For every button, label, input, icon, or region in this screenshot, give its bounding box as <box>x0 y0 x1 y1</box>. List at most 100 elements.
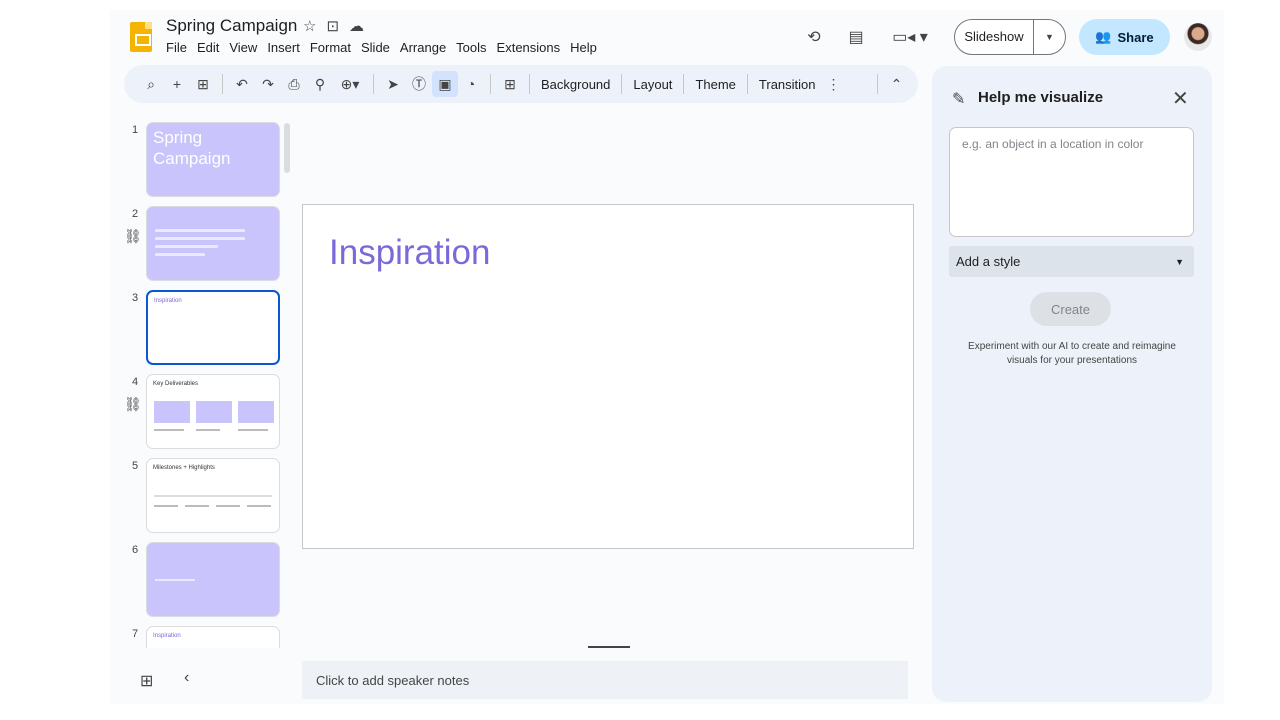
slide-thumbnail-2[interactable] <box>146 206 280 281</box>
transition-button[interactable]: Transition <box>754 77 821 92</box>
slide-title[interactable]: Inspiration <box>329 233 490 273</box>
close-icon[interactable]: ✕ <box>1172 86 1189 111</box>
slide3-title: Inspiration <box>154 298 182 304</box>
linked-object-icon: ⛓ <box>124 396 142 412</box>
slide-number: 4 <box>132 376 139 388</box>
paint-format-icon[interactable]: ⚲ <box>307 71 333 97</box>
slide-number: 5 <box>132 460 139 472</box>
menu-insert[interactable]: Insert <box>267 40 300 55</box>
slideshow-button[interactable]: Slideshow <box>955 20 1034 54</box>
panel-disclaimer: Experiment with our AI to create and rei… <box>968 341 1176 366</box>
slide4-box <box>196 401 232 423</box>
slide5-title: Milestones + Highlights <box>153 465 215 471</box>
slide5-timeline <box>154 495 272 497</box>
toolbar-divider <box>529 74 530 94</box>
slide4-box <box>238 401 274 423</box>
select-pointer-icon[interactable]: ➤ <box>380 71 406 97</box>
menu-help[interactable]: Help <box>570 40 597 55</box>
slideshow-button-group: Slideshow ▼ <box>954 19 1066 55</box>
redo-icon[interactable]: ↷ <box>255 71 281 97</box>
version-history-icon[interactable]: ⟲ <box>803 26 825 48</box>
undo-icon[interactable]: ↶ <box>229 71 255 97</box>
slide4-caption <box>238 429 268 431</box>
notes-resize-handle[interactable] <box>588 646 630 648</box>
comment-add-icon[interactable]: ⊞ <box>497 71 523 97</box>
slide-canvas[interactable]: Inspiration <box>302 204 914 549</box>
slide6-text-line <box>155 579 195 581</box>
slide4-title: Key Deliverables <box>153 381 199 387</box>
slide-number: 3 <box>132 292 139 304</box>
menu-file[interactable]: File <box>166 40 187 55</box>
slide-number: 1 <box>132 124 139 136</box>
slide-thumbnail-6[interactable] <box>146 542 280 617</box>
linked-object-icon: ⛓ <box>124 228 142 244</box>
slide-thumbnail-5[interactable]: Milestones + Highlights <box>146 458 280 533</box>
zoom-icon[interactable]: ⊕▾ <box>333 71 367 97</box>
prompt-input[interactable]: e.g. an object in a location in color <box>949 127 1194 237</box>
comments-icon[interactable]: ▤ <box>845 26 867 48</box>
slide-filmstrip: 1 Spring Campaign 2 ⛓ 3 Inspiration 4 ⛓ K… <box>124 120 294 648</box>
slide-number: 2 <box>132 208 139 220</box>
image-icon[interactable]: ▣ <box>432 71 458 97</box>
meet-icon[interactable]: ▭◂ ▾ <box>890 26 930 48</box>
slide-thumbnail-1[interactable]: Spring Campaign <box>146 122 280 197</box>
slides-logo[interactable] <box>130 22 152 52</box>
menu-slide[interactable]: Slide <box>361 40 390 55</box>
slide4-caption <box>154 429 184 431</box>
style-dropdown-label: Add a style <box>956 254 1021 269</box>
slide-number: 6 <box>132 544 139 556</box>
style-dropdown[interactable]: Add a style ▼ <box>949 246 1194 277</box>
print-icon[interactable]: ⎙ <box>281 71 307 97</box>
star-icon[interactable]: ☆ <box>303 17 316 35</box>
slide7-title: Inspiration <box>153 633 181 639</box>
document-title[interactable]: Spring Campaign <box>166 16 297 36</box>
layout-button[interactable]: Layout <box>628 77 677 92</box>
filmstrip-scrollbar[interactable] <box>284 123 290 173</box>
slideshow-dropdown-icon[interactable]: ▼ <box>1034 32 1065 42</box>
slide5-milestone <box>216 505 240 507</box>
avatar[interactable] <box>1184 23 1212 51</box>
create-button[interactable]: Create <box>1030 292 1111 326</box>
share-label: Share <box>1117 29 1154 45</box>
magic-wand-icon: ✎ <box>952 91 966 108</box>
search-menus-icon[interactable]: ⌕ <box>138 71 164 97</box>
grid-view-icon[interactable]: ⊞ <box>140 671 153 691</box>
panel-title: Help me visualize <box>978 89 1104 106</box>
speaker-notes[interactable]: Click to add speaker notes <box>302 661 908 699</box>
move-folder-icon[interactable]: ⊡ <box>326 17 339 35</box>
menu-format[interactable]: Format <box>310 40 351 55</box>
cloud-status-icon[interactable]: ☁ <box>349 17 364 35</box>
slide1-title: Spring Campaign <box>153 128 231 168</box>
menu-bar: File Edit View Insert Format Slide Arran… <box>166 40 597 55</box>
people-icon: 👥 <box>1095 29 1112 44</box>
background-button[interactable]: Background <box>536 77 615 92</box>
menu-tools[interactable]: Tools <box>456 40 486 55</box>
slide-number: 7 <box>132 628 139 640</box>
shape-icon[interactable]: ◔ <box>458 71 484 97</box>
slide-thumbnail-7[interactable]: Inspiration <box>146 626 280 648</box>
slide2-text-lines <box>155 229 245 261</box>
chevron-down-icon: ▼ <box>1175 256 1184 267</box>
share-button[interactable]: 👥 Share <box>1079 19 1170 55</box>
toolbar-divider <box>373 74 374 94</box>
menu-view[interactable]: View <box>229 40 257 55</box>
collapse-filmstrip-icon[interactable]: ‹ <box>184 669 189 687</box>
menu-extensions[interactable]: Extensions <box>497 40 561 55</box>
toolbar-divider <box>683 74 685 94</box>
menu-arrange[interactable]: Arrange <box>400 40 446 55</box>
menu-edit[interactable]: Edit <box>197 40 219 55</box>
toolbar-divider <box>490 74 491 94</box>
slide-thumbnail-3[interactable]: Inspiration <box>146 290 280 365</box>
slides-app: Spring Campaign ☆ ⊡ ☁ File Edit View Ins… <box>110 10 1224 704</box>
new-slide-icon[interactable]: + <box>164 71 190 97</box>
slide5-milestone <box>247 505 271 507</box>
collapse-toolbar-icon[interactable]: ⌃ <box>884 71 910 97</box>
text-box-icon[interactable]: Ⓣ <box>406 71 432 97</box>
slide5-milestone <box>154 505 178 507</box>
theme-button[interactable]: Theme <box>690 77 740 92</box>
new-slide-layout-icon[interactable]: ⊞ <box>190 71 216 97</box>
toolbar-divider <box>621 74 623 94</box>
slide-thumbnail-4[interactable]: Key Deliverables <box>146 374 280 449</box>
slide4-caption <box>196 429 220 431</box>
more-options-icon[interactable]: ⋮ <box>821 71 847 97</box>
